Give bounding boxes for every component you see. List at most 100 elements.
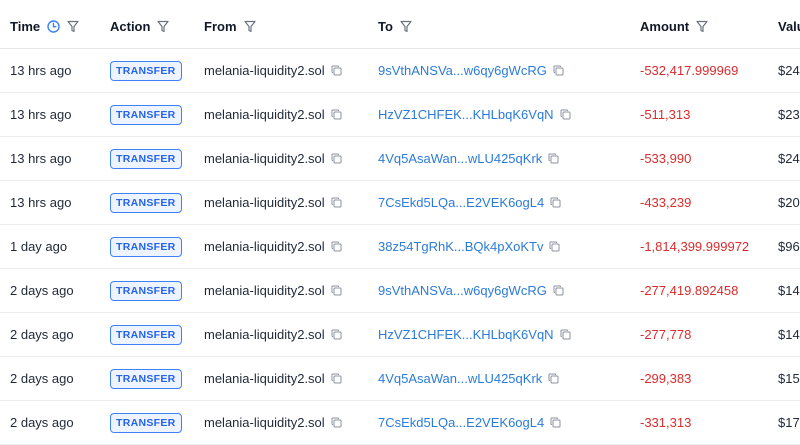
amount-value: -277,778 <box>640 327 692 342</box>
filter-icon[interactable] <box>157 20 170 33</box>
copy-icon[interactable] <box>331 65 342 76</box>
table-row: 2 days ago TRANSFER melania-liquidity2.s… <box>0 313 800 357</box>
copy-icon[interactable] <box>550 417 561 428</box>
action-badge: TRANSFER <box>110 236 182 257</box>
time-cell: 1 day ago <box>10 225 67 268</box>
to-cell: HzVZ1CHFEK...KHLbqK6VqN <box>378 313 571 356</box>
amount-cell: -511,313 <box>640 93 690 136</box>
filter-icon[interactable] <box>243 20 256 33</box>
amount-value: -532,417.999969 <box>640 63 739 78</box>
time-cell: 2 days ago <box>10 313 74 356</box>
copy-icon[interactable] <box>331 373 342 384</box>
time-text: 2 days ago <box>10 371 74 386</box>
value-cell: $238 <box>778 93 800 136</box>
from-address[interactable]: melania-liquidity2.sol <box>204 283 325 298</box>
table-row: 13 hrs ago TRANSFER melania-liquidity2.s… <box>0 181 800 225</box>
amount-cell: -331,313 <box>640 401 691 444</box>
action-cell: TRANSFER <box>110 137 182 180</box>
from-address[interactable]: melania-liquidity2.sol <box>204 107 325 122</box>
value-cell: $158 <box>778 357 800 400</box>
time-text: 1 day ago <box>10 239 68 254</box>
amount-cell: -533,990 <box>640 137 691 180</box>
time-text: 13 hrs ago <box>10 195 72 210</box>
from-address[interactable]: melania-liquidity2.sol <box>204 415 325 430</box>
table-row: 13 hrs ago TRANSFER melania-liquidity2.s… <box>0 93 800 137</box>
action-badge: TRANSFER <box>110 60 182 81</box>
to-cell: 4Vq5AsaWan...wLU425qKrk <box>378 137 559 180</box>
copy-icon[interactable] <box>548 373 559 384</box>
usd-value: $248 <box>778 63 800 78</box>
amount-value: -331,313 <box>640 415 692 430</box>
header-action-label: Action <box>110 18 151 34</box>
copy-icon[interactable] <box>331 329 342 340</box>
copy-icon[interactable] <box>331 153 342 164</box>
usd-value: $249 <box>778 151 800 166</box>
filter-icon[interactable] <box>400 20 412 33</box>
usd-value: $964 <box>778 239 800 254</box>
from-cell: melania-liquidity2.sol <box>204 137 342 180</box>
clock-icon[interactable] <box>47 19 60 33</box>
copy-icon[interactable] <box>560 109 571 120</box>
usd-value: $144 <box>778 327 800 342</box>
time-cell: 2 days ago <box>10 357 74 400</box>
action-badge: TRANSFER <box>110 148 182 169</box>
copy-icon[interactable] <box>548 153 559 164</box>
to-cell: HzVZ1CHFEK...KHLbqK6VqN <box>378 93 571 136</box>
usd-value: $172 <box>778 415 800 430</box>
action-badge: TRANSFER <box>110 368 182 389</box>
copy-icon[interactable] <box>331 417 342 428</box>
copy-icon[interactable] <box>331 285 342 296</box>
value-cell: $144 <box>778 269 800 312</box>
filter-icon[interactable] <box>67 20 79 33</box>
to-cell: 7CsEkd5LQa...E2VEK6ogL4 <box>378 401 561 444</box>
amount-value: -299,383 <box>640 371 692 386</box>
time-cell: 13 hrs ago <box>10 137 71 180</box>
amount-cell: -1,814,399.999972 <box>640 225 749 268</box>
to-address-link[interactable]: 7CsEkd5LQa...E2VEK6ogL4 <box>378 195 544 210</box>
action-cell: TRANSFER <box>110 225 182 268</box>
filter-icon[interactable] <box>696 20 708 33</box>
from-address[interactable]: melania-liquidity2.sol <box>204 63 325 78</box>
from-address[interactable]: melania-liquidity2.sol <box>204 327 325 342</box>
time-text: 2 days ago <box>10 415 74 430</box>
to-address-link[interactable]: 7CsEkd5LQa...E2VEK6ogL4 <box>378 415 544 430</box>
copy-icon[interactable] <box>549 241 560 252</box>
header-action: Action <box>110 4 170 48</box>
copy-icon[interactable] <box>550 197 561 208</box>
to-address-link[interactable]: 9sVthANSVa...w6qy6gWcRG <box>378 283 547 298</box>
copy-icon[interactable] <box>553 285 564 296</box>
amount-cell: -299,383 <box>640 357 691 400</box>
amount-value: -511,313 <box>640 107 691 122</box>
header-amount-label: Amount <box>640 18 690 34</box>
to-address-link[interactable]: 4Vq5AsaWan...wLU425qKrk <box>378 371 542 386</box>
to-cell: 9sVthANSVa...w6qy6gWcRG <box>378 49 564 92</box>
to-address-link[interactable]: 9sVthANSVa...w6qy6gWcRG <box>378 63 547 78</box>
copy-icon[interactable] <box>560 329 571 340</box>
amount-value: -433,239 <box>640 195 692 210</box>
to-address-link[interactable]: 4Vq5AsaWan...wLU425qKrk <box>378 151 542 166</box>
from-cell: melania-liquidity2.sol <box>204 93 342 136</box>
action-badge: TRANSFER <box>110 104 182 125</box>
table-row: 2 days ago TRANSFER melania-liquidity2.s… <box>0 357 800 401</box>
copy-icon[interactable] <box>553 65 564 76</box>
copy-icon[interactable] <box>331 241 342 252</box>
copy-icon[interactable] <box>331 109 342 120</box>
header-value: Valu <box>778 4 800 48</box>
table-row: 2 days ago TRANSFER melania-liquidity2.s… <box>0 401 800 445</box>
to-cell: 9sVthANSVa...w6qy6gWcRG <box>378 269 564 312</box>
header-to: To <box>378 4 412 48</box>
from-address[interactable]: melania-liquidity2.sol <box>204 151 325 166</box>
from-address[interactable]: melania-liquidity2.sol <box>204 371 325 386</box>
table-row: 13 hrs ago TRANSFER melania-liquidity2.s… <box>0 137 800 181</box>
to-address-link[interactable]: HzVZ1CHFEK...KHLbqK6VqN <box>378 327 554 342</box>
from-address[interactable]: melania-liquidity2.sol <box>204 239 325 254</box>
value-cell: $202 <box>778 181 800 224</box>
usd-value: $202 <box>778 195 800 210</box>
action-cell: TRANSFER <box>110 181 182 224</box>
copy-icon[interactable] <box>331 197 342 208</box>
from-address[interactable]: melania-liquidity2.sol <box>204 195 325 210</box>
to-address-link[interactable]: HzVZ1CHFEK...KHLbqK6VqN <box>378 107 554 122</box>
action-cell: TRANSFER <box>110 93 182 136</box>
to-address-link[interactable]: 38z54TgRhK...BQk4pXoKTv <box>378 239 543 254</box>
time-text: 2 days ago <box>10 327 74 342</box>
